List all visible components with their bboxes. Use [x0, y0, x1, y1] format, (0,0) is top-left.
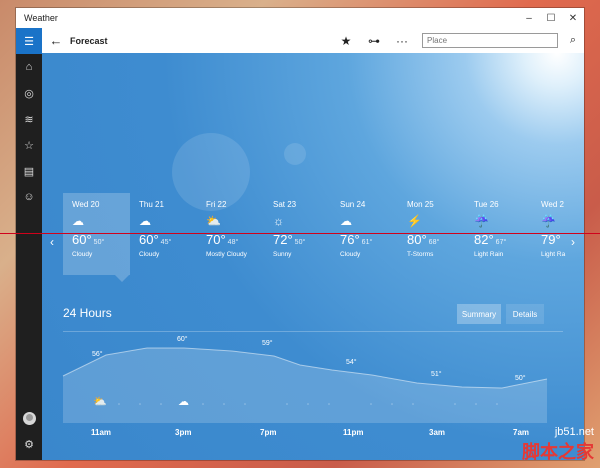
hour-temp: 56° — [92, 351, 103, 358]
favorites-icon[interactable]: ☆ — [16, 132, 42, 158]
hour-temp: 59° — [262, 340, 273, 347]
home-icon[interactable]: ⌂ — [16, 54, 42, 80]
feedback-icon[interactable]: ☺ — [16, 184, 42, 210]
window-title: Weather — [24, 13, 58, 23]
maps-icon[interactable]: ◎ — [16, 80, 42, 106]
close-button[interactable]: ✕ — [562, 8, 584, 28]
hour-temp: 51° — [431, 371, 442, 378]
watermark: jb51.net 脚本之家 — [522, 426, 594, 464]
weather-window: Weather – ☐ ✕ ☰ ⌂ ◎ ≋ ☆ ▤ ☺ ⚙ ← Forecast… — [16, 8, 584, 460]
minimize-button[interactable]: – — [518, 8, 540, 28]
avatar — [22, 411, 36, 425]
app-header: ← Forecast ★ ⊶ ··· ⌕ — [42, 28, 584, 53]
cloudy-icon: ☁ — [178, 396, 189, 408]
search-input[interactable] — [422, 33, 558, 48]
mostly-cloudy-icon: ⛅ — [93, 396, 107, 408]
watermark-url: jb51.net — [554, 426, 594, 438]
temperature-area — [63, 348, 547, 423]
historical-icon[interactable]: ≋ — [16, 106, 42, 132]
news-icon[interactable]: ▤ — [16, 158, 42, 184]
settings-icon[interactable]: ⚙ — [16, 431, 42, 457]
hamburger-icon[interactable]: ☰ — [16, 28, 42, 54]
hour-label: 11pm — [343, 428, 364, 437]
annotation-line — [0, 233, 600, 234]
favorite-star-icon[interactable]: ★ — [332, 34, 360, 48]
pin-icon[interactable]: ⊶ — [360, 34, 388, 48]
hour-temp: 50° — [515, 375, 526, 382]
hour-temp: 54° — [346, 359, 357, 366]
hour-label: 11am — [91, 428, 112, 437]
hour-label: 3pm — [175, 428, 192, 437]
title-bar: Weather – ☐ ✕ — [16, 8, 584, 28]
more-icon[interactable]: ··· — [388, 34, 416, 48]
sidebar: ☰ ⌂ ◎ ≋ ☆ ▤ ☺ ⚙ — [16, 28, 42, 460]
hour-label: 3am — [429, 428, 446, 437]
search-icon[interactable]: ⌕ — [562, 34, 584, 47]
hourly-temperature-graph — [62, 347, 548, 423]
page-title: Forecast — [70, 35, 108, 46]
back-arrow-icon[interactable]: ← — [42, 33, 70, 48]
hour-temp: 60° — [177, 336, 188, 343]
hour-label: 7pm — [260, 428, 277, 437]
account-button[interactable] — [16, 405, 42, 431]
watermark-logo-text: 脚本之家 — [522, 442, 594, 462]
forecast-panel: ‹ › Wed 20 ☁ 60° 50° Cloudy Thu 21 ☁ 60° 4… — [42, 53, 584, 460]
maximize-button[interactable]: ☐ — [540, 8, 562, 28]
